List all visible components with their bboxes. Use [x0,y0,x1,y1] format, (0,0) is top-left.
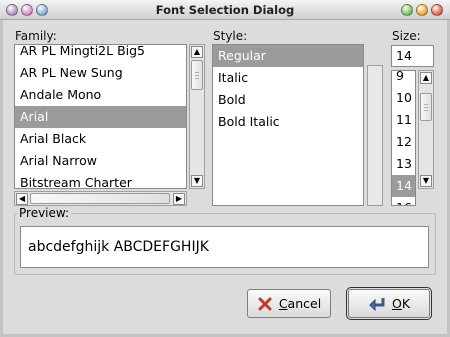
style-vertical-scrollbar[interactable] [367,65,383,206]
style-item[interactable]: Bold Italic [213,111,363,133]
family-list[interactable]: AR PL Mingti2L Big5 AR PL New Sung Andal… [14,44,187,189]
window-frame-left [0,20,3,337]
cancel-button[interactable]: Cancel [247,289,331,318]
size-item[interactable]: 11 [392,109,415,131]
size-list[interactable]: 9 10 11 12 13 14 16 [391,70,416,206]
family-item[interactable]: AR PL New Sung [15,62,186,84]
size-item[interactable]: 12 [392,131,415,153]
ok-button[interactable]: OK [346,287,432,320]
close-button-icon[interactable] [431,4,443,16]
size-item[interactable]: 9 [392,71,415,87]
style-label: Style: [213,29,248,43]
family-item[interactable]: Bitstream Charter [15,172,186,188]
preview-label: Preview: [17,206,72,220]
maximize-button-icon[interactable] [416,4,428,16]
family-item[interactable]: AR PL Mingti2L Big5 [15,45,186,62]
size-label: Size: [392,29,421,43]
size-item[interactable]: 13 [392,153,415,175]
size-item[interactable]: 10 [392,87,415,109]
style-item[interactable]: Bold [213,89,363,111]
size-item[interactable]: 16 [392,197,415,205]
family-horizontal-scrollbar[interactable]: ◀ ▶ [14,191,187,206]
ok-label: OK [391,296,411,311]
size-list-items: 9 10 11 12 13 14 16 [392,71,415,205]
scroll-up-arrow-icon[interactable]: ▲ [191,46,203,58]
family-label: Family: [15,29,57,43]
cancel-label: Cancel [278,296,322,311]
size-item-selected[interactable]: 14 [392,175,415,197]
preview-text[interactable]: abcdefghijk ABCDEFGHIJK [20,226,429,268]
scrollbar-thumb[interactable] [191,60,203,90]
scroll-down-arrow-icon[interactable]: ▼ [191,175,203,187]
family-item[interactable]: Arial Black [15,128,186,150]
return-arrow-icon [369,297,385,311]
family-item[interactable]: Arial Narrow [15,150,186,172]
scrollbar-thumb[interactable] [420,93,432,121]
size-input[interactable]: 14 [391,45,434,67]
scrollbar-thumb[interactable] [30,193,170,204]
cancel-x-icon [258,297,272,310]
scroll-down-arrow-icon[interactable]: ▼ [420,175,432,187]
size-vertical-scrollbar[interactable]: ▲ ▼ [418,70,434,189]
title-bar: Font Selection Dialog [0,0,450,20]
minimize-button-icon[interactable] [401,4,413,16]
style-item-selected[interactable]: Regular [213,45,363,67]
family-item-selected[interactable]: Arial [15,106,186,128]
scroll-up-arrow-icon[interactable]: ▲ [420,72,432,84]
family-item[interactable]: Andale Mono [15,84,186,106]
style-item[interactable]: Italic [213,67,363,89]
scroll-left-arrow-icon[interactable]: ◀ [16,193,28,205]
style-list[interactable]: Regular Italic Bold Bold Italic [212,44,364,206]
scroll-right-arrow-icon[interactable]: ▶ [173,193,185,205]
family-list-items: AR PL Mingti2L Big5 AR PL New Sung Andal… [15,45,186,188]
window-title: Font Selection Dialog [155,3,295,17]
family-vertical-scrollbar[interactable]: ▲ ▼ [189,44,205,189]
